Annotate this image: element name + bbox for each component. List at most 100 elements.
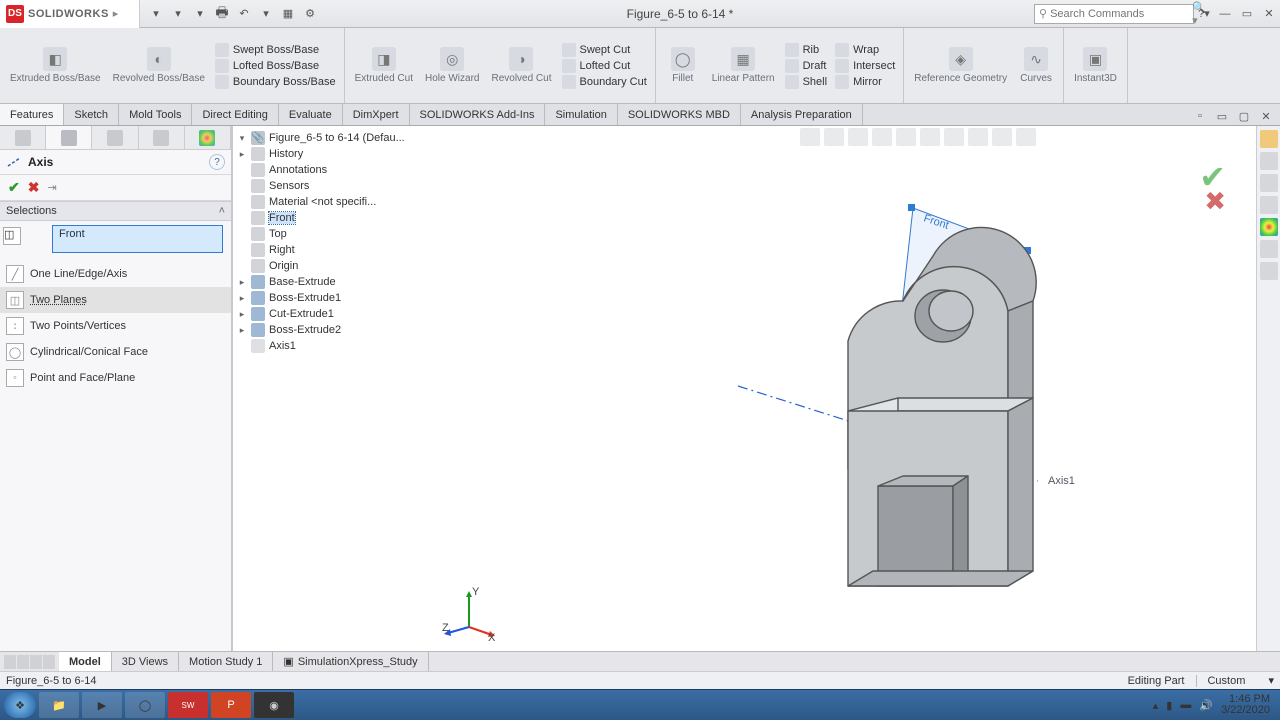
tray-network-icon[interactable]: ▮ (1166, 699, 1172, 712)
open-icon[interactable]: ▾ (168, 4, 188, 24)
doc-restore-icon[interactable]: ▭ (1212, 106, 1232, 126)
doc-minimize-icon[interactable]: ▫ (1190, 106, 1210, 126)
rib-button[interactable]: Rib (785, 43, 827, 57)
pm-cancel-button[interactable]: ✖ (28, 179, 40, 196)
extruded-boss-button[interactable]: ◧Extruded Boss/Base (4, 45, 107, 86)
view-settings-icon[interactable] (1016, 128, 1036, 146)
section-view-icon[interactable] (872, 128, 892, 146)
tab-mold-tools[interactable]: Mold Tools (119, 104, 192, 125)
explorer-icon[interactable]: 📁 (39, 692, 79, 718)
tab-features[interactable]: Features (0, 104, 64, 125)
bottom-tab-simxpress[interactable]: ▣SimulationXpress_Study (273, 652, 428, 671)
fillet-button[interactable]: ◯Fillet (660, 45, 706, 86)
lofted-cut-button[interactable]: Lofted Cut (562, 59, 647, 73)
tree-material[interactable]: Material <not specifi... (233, 194, 428, 210)
tab-prev-icon[interactable] (17, 655, 29, 669)
instant3d-button[interactable]: ▣Instant3D (1068, 45, 1123, 86)
options-icon[interactable]: ⚙ (300, 4, 320, 24)
opt-two-points[interactable]: ∶Two Points/Vertices (0, 313, 231, 339)
tray-battery-icon[interactable]: ▬ (1180, 699, 1191, 711)
view-orientation-icon[interactable] (896, 128, 916, 146)
view-palette-icon[interactable] (1260, 196, 1278, 214)
file-explorer-icon[interactable] (1260, 174, 1278, 192)
tab-first-icon[interactable] (4, 655, 16, 669)
mirror-button[interactable]: Mirror (835, 75, 895, 89)
display-manager-tab[interactable] (185, 126, 231, 149)
status-custom[interactable]: Custom (1196, 675, 1256, 687)
lofted-boss-button[interactable]: Lofted Boss/Base (215, 59, 336, 73)
draft-button[interactable]: Draft (785, 59, 827, 73)
tab-mbd[interactable]: SOLIDWORKS MBD (618, 104, 741, 125)
appearances-icon[interactable] (1260, 218, 1278, 236)
shell-button[interactable]: Shell (785, 75, 827, 89)
selection-list[interactable]: Front (52, 225, 223, 253)
hide-show-icon[interactable] (944, 128, 964, 146)
bottom-tab-3dviews[interactable]: 3D Views (112, 652, 179, 671)
media-player-icon[interactable]: ▶ (82, 692, 122, 718)
curves-button[interactable]: ∿Curves (1013, 45, 1059, 86)
tab-addins[interactable]: SOLIDWORKS Add-Ins (410, 104, 546, 125)
tab-dimxpert[interactable]: DimXpert (343, 104, 410, 125)
design-library-icon[interactable] (1260, 152, 1278, 170)
search-input[interactable] (1050, 8, 1192, 20)
swept-boss-button[interactable]: Swept Boss/Base (215, 43, 336, 57)
doc-maximize-icon[interactable]: ▢ (1234, 106, 1254, 126)
tab-next-icon[interactable] (30, 655, 42, 669)
tree-boss-extrude1[interactable]: ▸Boss-Extrude1 (233, 290, 428, 306)
solidworks-taskbar-icon[interactable]: SW (168, 692, 208, 718)
configuration-manager-tab[interactable] (92, 126, 138, 149)
opt-cylindrical[interactable]: ◯Cylindrical/Conical Face (0, 339, 231, 365)
obs-icon[interactable]: ◉ (254, 692, 294, 718)
tree-root[interactable]: ▾📎Figure_6-5 to 6-14 (Defau... (233, 130, 428, 146)
apply-scene-icon[interactable] (992, 128, 1012, 146)
revolved-boss-button[interactable]: ◐Revolved Boss/Base (107, 45, 211, 86)
tree-cut-extrude1[interactable]: ▸Cut-Extrude1 (233, 306, 428, 322)
close-button[interactable]: ✕ (1258, 4, 1280, 24)
print-icon[interactable]: 🖶 (212, 4, 232, 24)
select-icon[interactable]: ▾ (256, 4, 276, 24)
tray-up-icon[interactable]: ▴ (1153, 699, 1159, 712)
edit-appearance-icon[interactable] (968, 128, 988, 146)
boundary-cut-button[interactable]: Boundary Cut (562, 75, 647, 89)
pm-ok-button[interactable]: ✔ (8, 179, 20, 196)
pm-help-icon[interactable]: ? (209, 154, 225, 170)
tree-top-plane[interactable]: Top (233, 226, 428, 242)
zoom-area-icon[interactable] (824, 128, 844, 146)
display-style-icon[interactable] (920, 128, 940, 146)
tree-boss-extrude2[interactable]: ▸Boss-Extrude2 (233, 322, 428, 338)
chrome-icon[interactable]: ◯ (125, 692, 165, 718)
tray-volume-icon[interactable]: 🔊 (1199, 699, 1213, 712)
tab-simulation[interactable]: Simulation (545, 104, 617, 125)
graphics-viewport[interactable]: ✔ ✖ Axis1 Front (428, 126, 1256, 651)
tree-front-plane[interactable]: Front (233, 210, 428, 226)
custom-props-icon[interactable] (1260, 240, 1278, 258)
orientation-triad[interactable]: Y X Z (442, 587, 496, 641)
hole-wizard-button[interactable]: ◎Hole Wizard (419, 45, 485, 86)
help-icon[interactable]: ?▾ (1194, 4, 1214, 24)
tree-right-plane[interactable]: Right (233, 242, 428, 258)
pm-section-selections[interactable]: Selections˄ (0, 201, 231, 221)
revolved-cut-button[interactable]: ◑Revolved Cut (485, 45, 557, 86)
undo-icon[interactable]: ↶ (234, 4, 254, 24)
opt-one-line[interactable]: ╱One Line/Edge/Axis (0, 261, 231, 287)
feature-manager-tab[interactable] (0, 126, 46, 149)
tree-base-extrude[interactable]: ▸Base-Extrude (233, 274, 428, 290)
opt-point-face[interactable]: ◦Point and Face/Plane (0, 365, 231, 391)
restore-button[interactable]: ▭ (1236, 4, 1258, 24)
tab-direct-editing[interactable]: Direct Editing (192, 104, 278, 125)
property-manager-tab[interactable] (46, 126, 92, 149)
previous-view-icon[interactable] (848, 128, 868, 146)
tree-sensors[interactable]: Sensors (233, 178, 428, 194)
bottom-tab-motion[interactable]: Motion Study 1 (179, 652, 273, 671)
resources-icon[interactable] (1260, 130, 1278, 148)
wrap-button[interactable]: Wrap (835, 43, 895, 57)
tree-axis1[interactable]: Axis1 (233, 338, 428, 354)
tab-last-icon[interactable] (43, 655, 55, 669)
doc-close-icon[interactable]: ✕ (1256, 106, 1276, 126)
extruded-cut-button[interactable]: ◨Extruded Cut (349, 45, 419, 86)
tree-history[interactable]: ▸History (233, 146, 428, 162)
tree-origin[interactable]: Origin (233, 258, 428, 274)
new-icon[interactable]: ▾ (146, 4, 166, 24)
save-icon[interactable]: ▾ (190, 4, 210, 24)
search-commands[interactable]: ⚲ 🔍▾ (1034, 4, 1194, 24)
